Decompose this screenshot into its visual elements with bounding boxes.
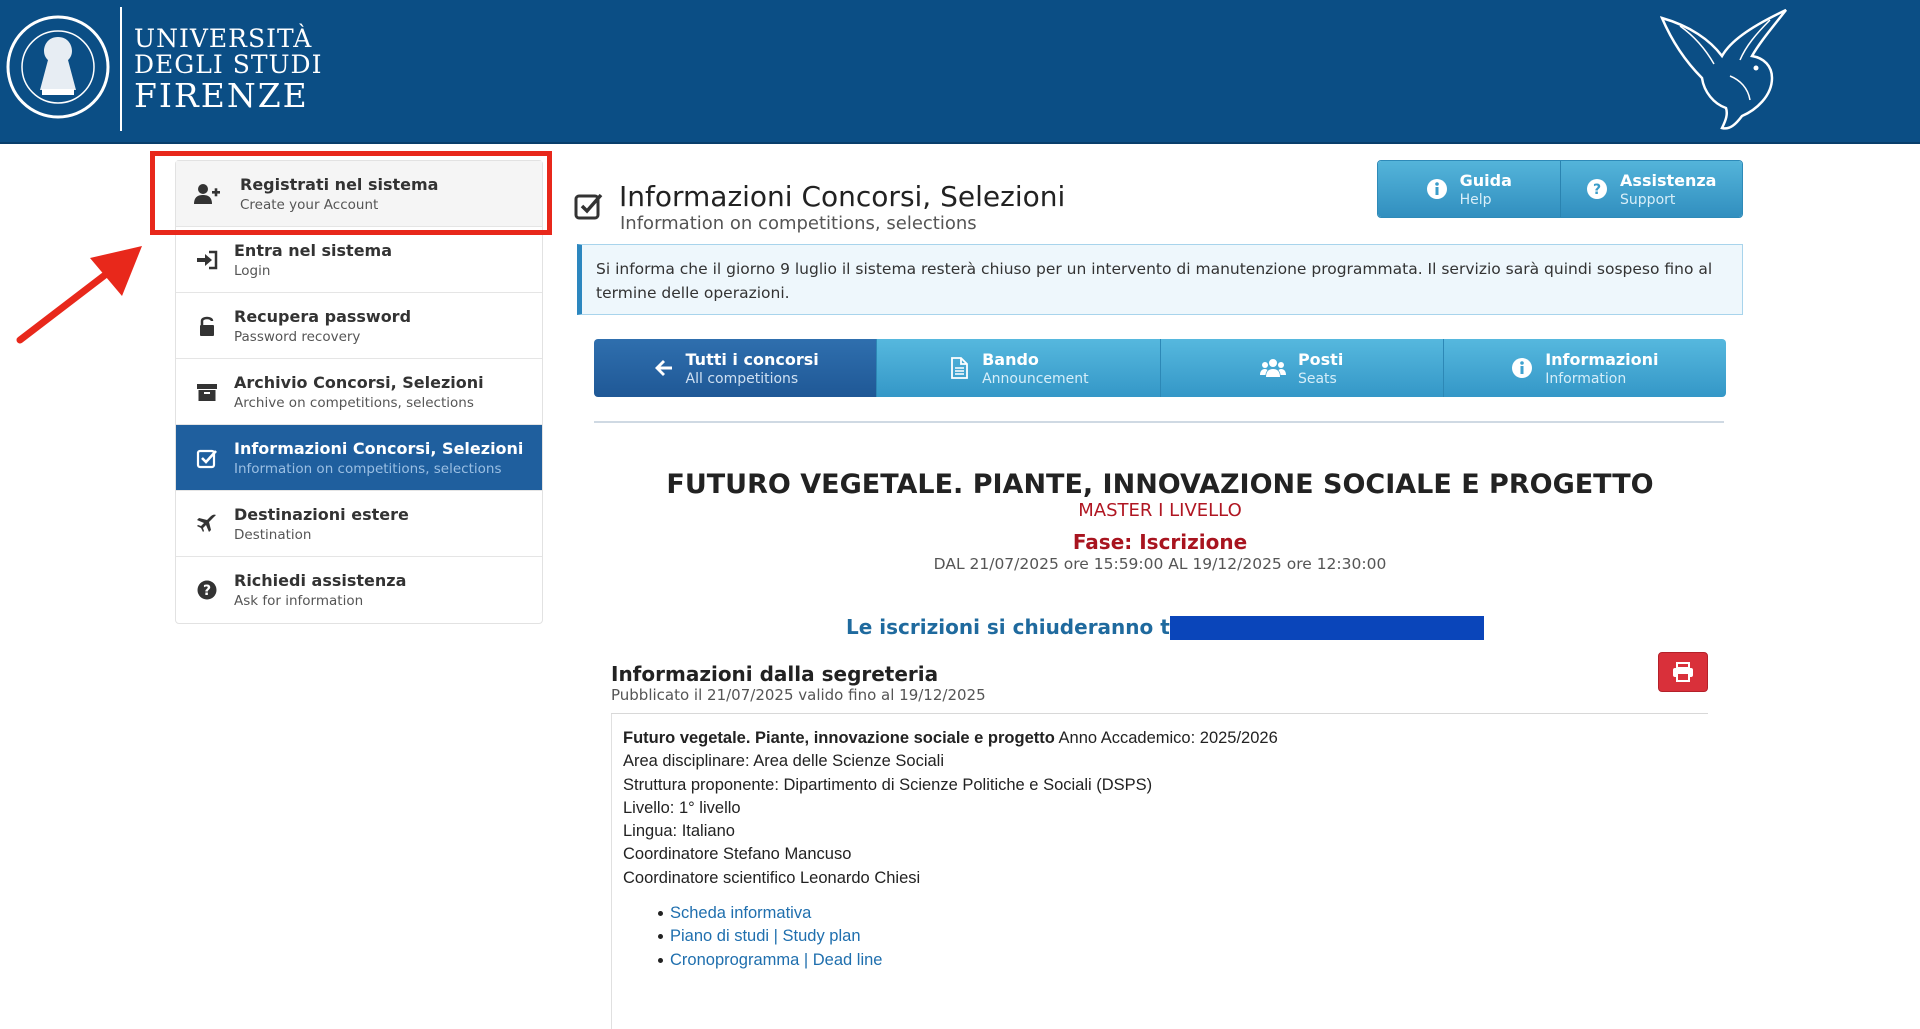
logo-line-3: FIRENZE [134,75,309,115]
support-button-title: Assistenza [1620,170,1717,190]
competition-phase: Fase: Iscrizione [1072,530,1248,554]
info-line: Coordinatore Stefano Mancuso [623,845,852,864]
competition-dates: DAL 21/07/2025 ore 15:59:00 AL 19/12/202… [933,555,1387,573]
sidebar-item-destinations[interactable]: Destinazioni estere Destination [176,491,542,557]
document-links: Scheda informativa Piano di studi | Stud… [650,902,882,972]
sidebar-item-subtitle: Password recovery [234,328,361,345]
course-name: Futuro vegetale. Piante, innovazione soc… [623,729,1055,747]
check-square-icon [194,445,220,471]
sidebar-item-subtitle: Information on competitions, selections [234,460,502,477]
arrow-left-icon [654,360,672,376]
help-button-group: Guida Help ? Assistenza Support [1377,160,1743,218]
tab-seats[interactable]: Posti Seats [1159,339,1443,397]
users-icon [1259,359,1286,377]
list-item: Piano di studi | Study plan [650,925,882,948]
segreteria-title: Informazioni dalla segreteria [611,662,939,686]
link-study-plan[interactable]: Piano di studi | Study plan [670,927,861,945]
support-button-subtitle: Support [1620,191,1676,208]
competition-level: MASTER I LIVELLO [1078,500,1242,521]
tab-subtitle: Seats [1297,370,1337,387]
tab-title: Posti [1297,349,1344,369]
maintenance-alert: Si informa che il giorno 9 luglio il sis… [577,244,1743,315]
sidebar-item-title: Recupera password [234,306,412,326]
logo-separator [120,7,122,131]
unlock-icon [194,313,220,339]
sidebar-item-subtitle: Archive on competitions, selections [234,394,474,411]
academic-year: Anno Accademico: 2025/2026 [1054,729,1278,747]
tab-information[interactable]: Informazioni Information [1442,339,1726,397]
countdown-label: Le iscrizioni si chiuderanno tra [846,615,1194,639]
sidebar-item-title: Informazioni Concorsi, Selezioni [234,438,524,458]
sidebar-item-login[interactable]: Entra nel sistema Login [176,227,542,293]
archive-icon [194,379,220,405]
logo-line-2: DEGLI STUDI [134,50,323,80]
svg-text:?: ? [1593,182,1601,198]
check-square-icon [574,193,603,220]
sidebar-item-subtitle: Ask for information [234,593,364,609]
link-dead-line[interactable]: Cronoprogramma | Dead line [670,951,882,969]
sidebar-item-title: Archivio Concorsi, Selezioni [234,372,484,392]
info-line: Lingua: Italiano [623,822,735,841]
competition-tabs: Tutti i concorsi All competitions Bando … [594,339,1726,397]
info-circle-icon [1512,358,1533,378]
info-line: Livello: 1° livello [623,798,741,817]
sidebar-item-title: Destinazioni estere [234,504,409,524]
help-button-subtitle: Help [1459,191,1492,208]
list-item: Scheda informativa [650,902,882,925]
tab-title: Tutti i concorsi [685,349,819,369]
tab-subtitle: Information [1545,370,1627,387]
segreteria-info: Futuro vegetale. Piante, innovazione soc… [623,727,1278,890]
sidebar-item-title: Entra nel sistema [234,240,393,260]
sign-in-icon [194,247,220,273]
university-seal-logo[interactable] [6,9,110,125]
print-button[interactable] [1658,652,1708,692]
question-circle-icon: ? [1587,179,1608,199]
sidebar-item-subtitle: Destination [234,526,312,543]
site-header: UNIVERSITÀ DEGLI STUDI FIRENZE [0,0,1920,144]
plane-icon [194,511,220,537]
question-circle-icon: ? [194,577,220,603]
tab-title: Informazioni [1545,349,1659,369]
svg-text:?: ? [203,583,211,599]
help-button-title: Guida [1459,170,1512,190]
support-button[interactable]: ? Assistenza Support [1559,161,1742,217]
file-icon [951,357,968,379]
link-scheda-informativa[interactable]: Scheda informativa [670,904,811,922]
tab-subtitle: All competitions [685,370,799,387]
annotation-arrow-icon [16,246,142,344]
sidebar-item-information[interactable]: Informazioni Concorsi, Selezioni Informa… [176,425,542,491]
sidebar-item-title: Richiedi assistenza [234,571,407,590]
countdown-timer [1170,616,1484,640]
competition-title: FUTURO VEGETALE. PIANTE, INNOVAZIONE SOC… [666,469,1654,500]
logo-line-1: UNIVERSITÀ [134,24,313,53]
sidebar-item-assistance[interactable]: ? Richiedi assistenza Ask for informatio… [176,557,542,623]
sidebar-item-password-recovery[interactable]: Recupera password Password recovery [176,293,542,359]
info-line: Area disciplinare: Area delle Scienze So… [623,752,945,771]
tabs-divider [594,421,1724,423]
page-subtitle: Information on competitions, selections [620,213,977,234]
eagle-emblem-icon [1660,8,1787,130]
help-button[interactable]: Guida Help [1378,161,1560,217]
university-wordmark[interactable]: UNIVERSITÀ DEGLI STUDI FIRENZE [134,24,323,115]
annotation-highlight-box [150,151,552,235]
page-title: Informazioni Concorsi, Selezioni [619,180,1066,213]
info-line: Struttura proponente: Dipartimento di Sc… [623,775,1153,794]
info-line: Coordinatore scientifico Leonardo Chiesi [623,868,921,887]
list-item: Cronoprogramma | Dead line [650,949,882,972]
segreteria-published: Pubblicato il 21/07/2025 valido fino al … [611,686,986,704]
tab-all-competitions[interactable]: Tutti i concorsi All competitions [594,339,877,397]
tab-announcement[interactable]: Bando Announcement [876,339,1160,397]
course-name-line: Futuro vegetale. Piante, innovazione soc… [623,727,1278,750]
print-icon [1673,662,1693,682]
sidebar-item-subtitle: Login [234,262,271,279]
sidebar-item-archive[interactable]: Archivio Concorsi, Selezioni Archive on … [176,359,542,425]
info-circle-icon [1426,179,1447,199]
tab-subtitle: Announcement [982,370,1089,387]
tab-title: Bando [982,349,1039,369]
